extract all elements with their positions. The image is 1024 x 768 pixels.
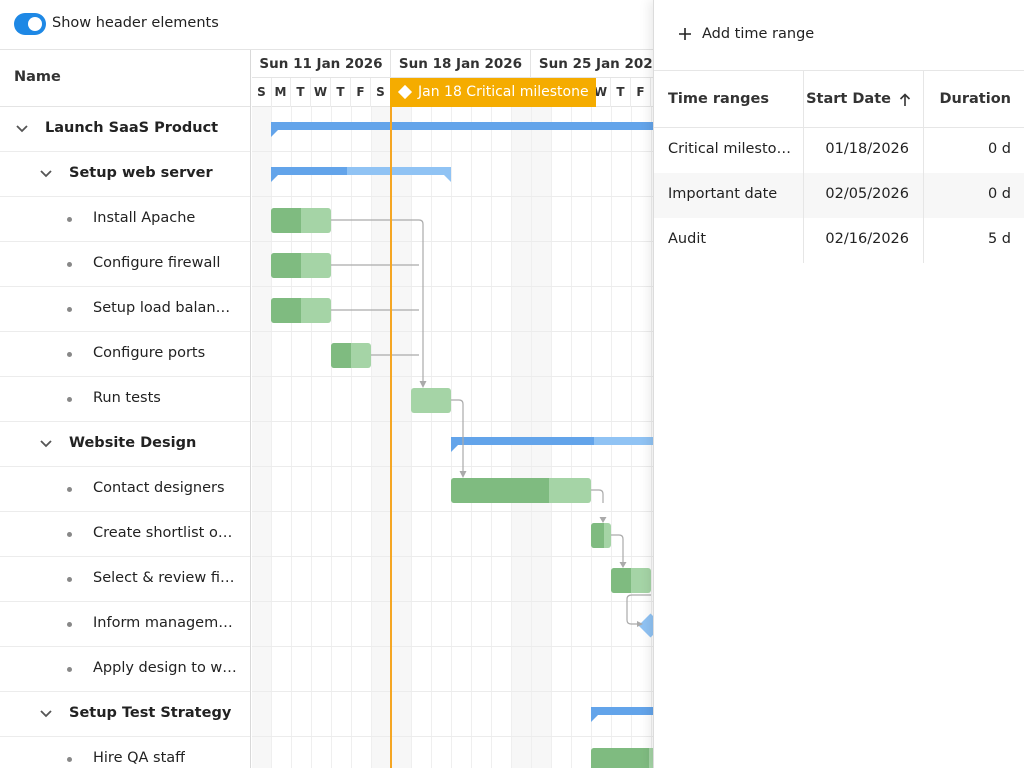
table-header: Time ranges Start Date Duration [654, 70, 1024, 128]
task-name: Inform manageme… [93, 615, 237, 631]
time-ranges-table: Time ranges Start Date Duration Critical… [654, 70, 1024, 263]
day-header: S [252, 78, 272, 107]
task-name: Select & review fin… [93, 570, 237, 586]
task-name: Contact designers [93, 480, 225, 496]
marker-label: Jan 18 Critical milestone [418, 84, 589, 100]
bullet-icon [67, 667, 72, 672]
chevron-down-icon[interactable] [38, 436, 54, 452]
time-range-duration: 0 d [987, 141, 1011, 157]
tree-row[interactable]: Setup Test Strategy [0, 692, 250, 737]
add-time-range-label: Add time range [702, 26, 815, 42]
critical-milestone-line [390, 78, 392, 768]
tree-row[interactable]: Setup web server [0, 152, 250, 197]
time-range-start: 01/18/2026 [825, 141, 909, 157]
time-ranges-panel: Add time range Time ranges Start Date Du… [653, 0, 1024, 768]
tree-row[interactable]: Run tests [0, 377, 250, 422]
tree-row[interactable]: Launch SaaS Product [0, 107, 250, 152]
task-name: Create shortlist of t… [93, 525, 237, 541]
time-range-duration: 0 d [987, 186, 1011, 202]
gantt-timeline[interactable]: Sun 11 Jan 2026 Sun 18 Jan 2026 Sun 25 J… [252, 50, 653, 768]
header-elements-toggle[interactable] [14, 13, 46, 35]
bullet-icon [67, 532, 72, 537]
task-name: Apply design to we… [93, 660, 237, 676]
plus-icon [679, 28, 691, 40]
day-header: T [331, 78, 351, 107]
tree-row[interactable]: Apply design to we… [0, 647, 250, 692]
table-row[interactable]: Audit 02/16/2026 5 d [654, 218, 1024, 263]
column-header-duration[interactable]: Duration [924, 71, 1024, 127]
task-name: Setup load balancer [93, 300, 237, 316]
tree-row[interactable]: Create shortlist of t… [0, 512, 250, 557]
bullet-icon [67, 487, 72, 492]
day-header: W [311, 78, 331, 107]
milestone-diamond-icon [397, 84, 413, 100]
chevron-down-icon[interactable] [14, 121, 30, 137]
task-name: Setup Test Strategy [69, 705, 232, 721]
bullet-icon [67, 262, 72, 267]
tree-row[interactable]: Contact designers [0, 467, 250, 512]
week-header: Sun 11 Jan 2026 [252, 50, 391, 78]
time-range-name: Critical milesto… [668, 141, 792, 157]
week-header: Sun 18 Jan 2026 [391, 50, 531, 78]
task-name: Launch SaaS Product [45, 120, 219, 136]
tree-row[interactable]: Configure ports [0, 332, 250, 377]
task-name: Configure firewall [93, 255, 221, 271]
bullet-icon [67, 622, 72, 627]
day-header: T [291, 78, 311, 107]
time-range-duration: 5 d [987, 231, 1011, 247]
dependency-lines [331, 219, 651, 627]
timeline-body[interactable] [252, 107, 653, 768]
table-row[interactable]: Important date 02/05/2026 0 d [654, 173, 1024, 218]
add-time-range-button[interactable]: Add time range [678, 22, 814, 46]
grid-header: Name [0, 50, 250, 107]
task-name: Hire QA staff [93, 750, 186, 766]
time-range-start: 02/05/2026 [825, 186, 909, 202]
day-header: S [371, 78, 391, 107]
tree-row[interactable]: Configure firewall [0, 242, 250, 287]
tree-row[interactable]: Install Apache [0, 197, 250, 242]
bullet-icon [67, 397, 72, 402]
tree-row[interactable]: Hire QA staff [0, 737, 250, 768]
day-header: M [271, 78, 291, 107]
bullet-icon [67, 307, 72, 312]
sort-ascending-icon [899, 93, 911, 106]
task-name: Website Design [69, 435, 197, 451]
tree-row[interactable]: Setup load balancer [0, 287, 250, 332]
task-name: Install Apache [93, 210, 196, 226]
task-name: Setup web server [69, 165, 213, 181]
day-header: T [611, 78, 631, 107]
chevron-down-icon[interactable] [38, 166, 54, 182]
bullet-icon [67, 217, 72, 222]
column-header-time-ranges[interactable]: Time ranges [654, 71, 804, 127]
task-name: Configure ports [93, 345, 206, 361]
task-grid: Name Launch SaaS Product Setup web serve… [0, 50, 251, 768]
week-header: Sun 25 Jan 2026 [531, 50, 653, 78]
chevron-down-icon[interactable] [38, 706, 54, 722]
time-range-name: Important date [668, 186, 778, 202]
bullet-icon [67, 577, 72, 582]
bullet-icon [67, 352, 72, 357]
bullet-icon [67, 757, 72, 762]
time-range-start: 02/16/2026 [825, 231, 909, 247]
gantt-toolbar: Show header elements [0, 0, 653, 50]
day-header: F [631, 78, 651, 107]
tree-row[interactable]: Website Design [0, 422, 250, 467]
column-header-start-date[interactable]: Start Date [804, 71, 924, 127]
day-header: F [351, 78, 371, 107]
tree-row[interactable]: Select & review fin… [0, 557, 250, 602]
tree-row[interactable]: Inform manageme… [0, 602, 250, 647]
toggle-knob [28, 17, 42, 31]
table-row[interactable]: Critical milesto… 01/18/2026 0 d [654, 128, 1024, 173]
time-range-name: Audit [668, 231, 707, 247]
header-elements-label: Show header elements [52, 15, 219, 31]
name-column-header[interactable]: Name [14, 69, 61, 85]
time-range-marker[interactable]: Jan 18 Critical milestone [390, 78, 596, 107]
task-name: Run tests [93, 390, 161, 406]
